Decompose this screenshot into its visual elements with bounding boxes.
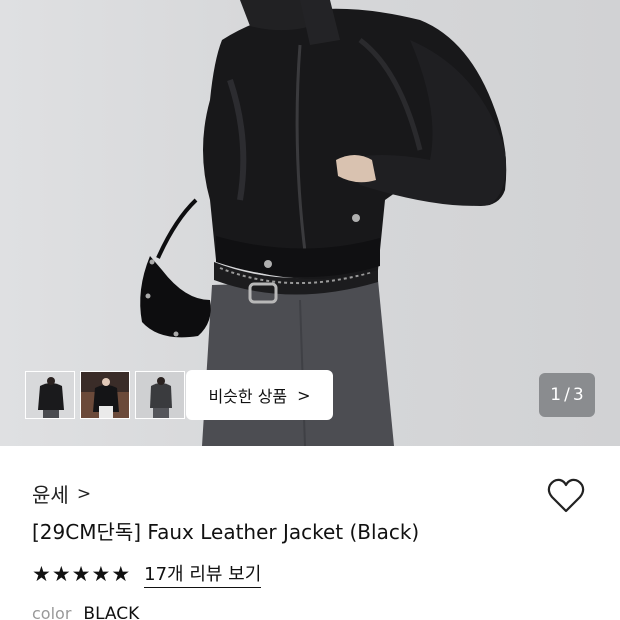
thumbnail-3[interactable] <box>135 371 185 419</box>
star-icon: ★ <box>91 562 111 586</box>
chevron-right-icon: > <box>76 483 92 504</box>
thumbnail-strip <box>25 371 185 419</box>
reviews-link[interactable]: 17개 리뷰 보기 <box>144 560 262 588</box>
pager-current: 1 <box>550 385 562 405</box>
similar-products-button[interactable]: 비슷한 상품 > <box>186 370 333 420</box>
similar-products-label: 비슷한 상품 <box>208 387 288 406</box>
thumbnail-2[interactable] <box>80 371 130 419</box>
star-icon: ★ <box>32 562 51 586</box>
product-image-carousel[interactable]: 비슷한 상품 > 1 / 3 <box>0 0 620 446</box>
brand-name: 윤세 <box>32 483 69 507</box>
chevron-right-icon: > <box>297 385 311 405</box>
rating-row: ★ ★ ★ ★ ★ 17개 리뷰 보기 <box>32 560 262 588</box>
rating-stars: ★ ★ ★ ★ ★ <box>32 562 130 586</box>
color-value: BLACK <box>83 604 140 620</box>
color-row: color BLACK <box>32 604 139 620</box>
product-title: [29CM단독] Faux Leather Jacket (Black) <box>32 520 420 544</box>
thumbnail-1[interactable] <box>25 371 75 419</box>
brand-link[interactable]: 윤세 > <box>32 479 91 508</box>
pager-total: 3 <box>572 385 584 405</box>
pager-separator: / <box>564 385 570 405</box>
star-icon: ★ <box>71 562 91 586</box>
wishlist-button[interactable] <box>546 477 586 515</box>
heart-outline-icon <box>547 478 585 513</box>
color-label: color <box>32 604 72 620</box>
star-icon: ★ <box>51 562 71 586</box>
star-icon: ★ <box>111 562 131 586</box>
image-pager: 1 / 3 <box>539 373 595 417</box>
